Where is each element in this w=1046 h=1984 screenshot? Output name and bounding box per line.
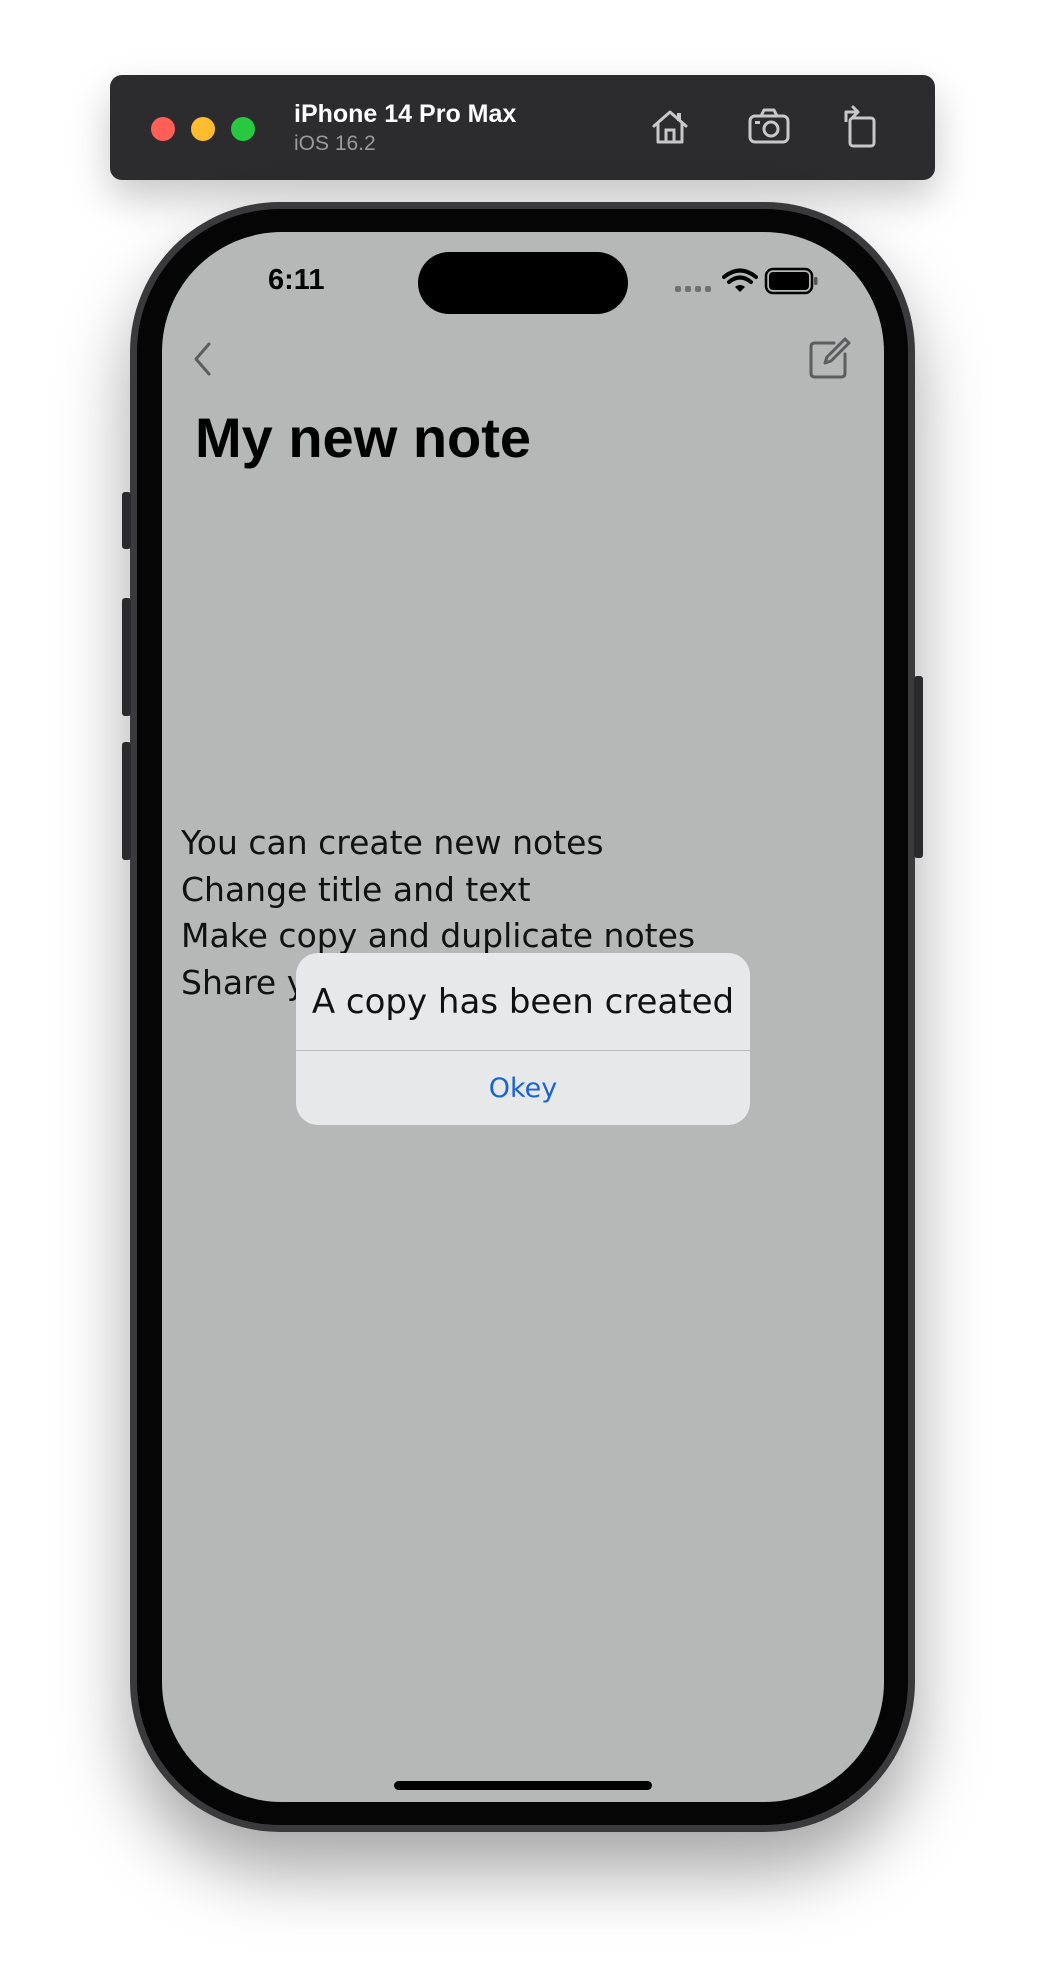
note-title[interactable]: My new note (195, 405, 531, 470)
status-time: 6:11 (268, 264, 325, 296)
close-window-button[interactable] (151, 117, 175, 141)
action-button[interactable] (122, 492, 131, 549)
zoom-window-button[interactable] (231, 117, 255, 141)
side-power-button[interactable] (914, 676, 923, 858)
minimize-window-button[interactable] (191, 117, 215, 141)
battery-icon (764, 267, 818, 295)
volume-down-button[interactable] (122, 742, 131, 860)
volume-up-button[interactable] (122, 598, 131, 716)
compose-icon[interactable] (806, 336, 852, 382)
chevron-left-icon[interactable] (182, 336, 228, 382)
dynamic-island (418, 252, 628, 314)
alert-message: A copy has been created (311, 981, 735, 1022)
os-version: iOS 16.2 (294, 132, 376, 155)
home-icon[interactable] (647, 104, 693, 150)
note-line: Change title and text (181, 869, 531, 909)
wifi-icon (722, 268, 758, 292)
rotate-icon[interactable] (838, 104, 884, 150)
cellular-signal-icon (675, 286, 711, 292)
home-indicator[interactable] (394, 1781, 652, 1790)
status-icons (675, 267, 818, 295)
screenshot-icon[interactable] (746, 104, 792, 150)
note-line: You can create new notes (181, 823, 604, 862)
okey-button[interactable]: Okey (296, 1051, 750, 1125)
simulator-window: iPhone 14 Pro Max iOS 16.2 6:11 My new n… (0, 0, 1046, 1984)
copy-created-alert: A copy has been created Okey (296, 953, 750, 1125)
device-name: iPhone 14 Pro Max (294, 100, 517, 128)
